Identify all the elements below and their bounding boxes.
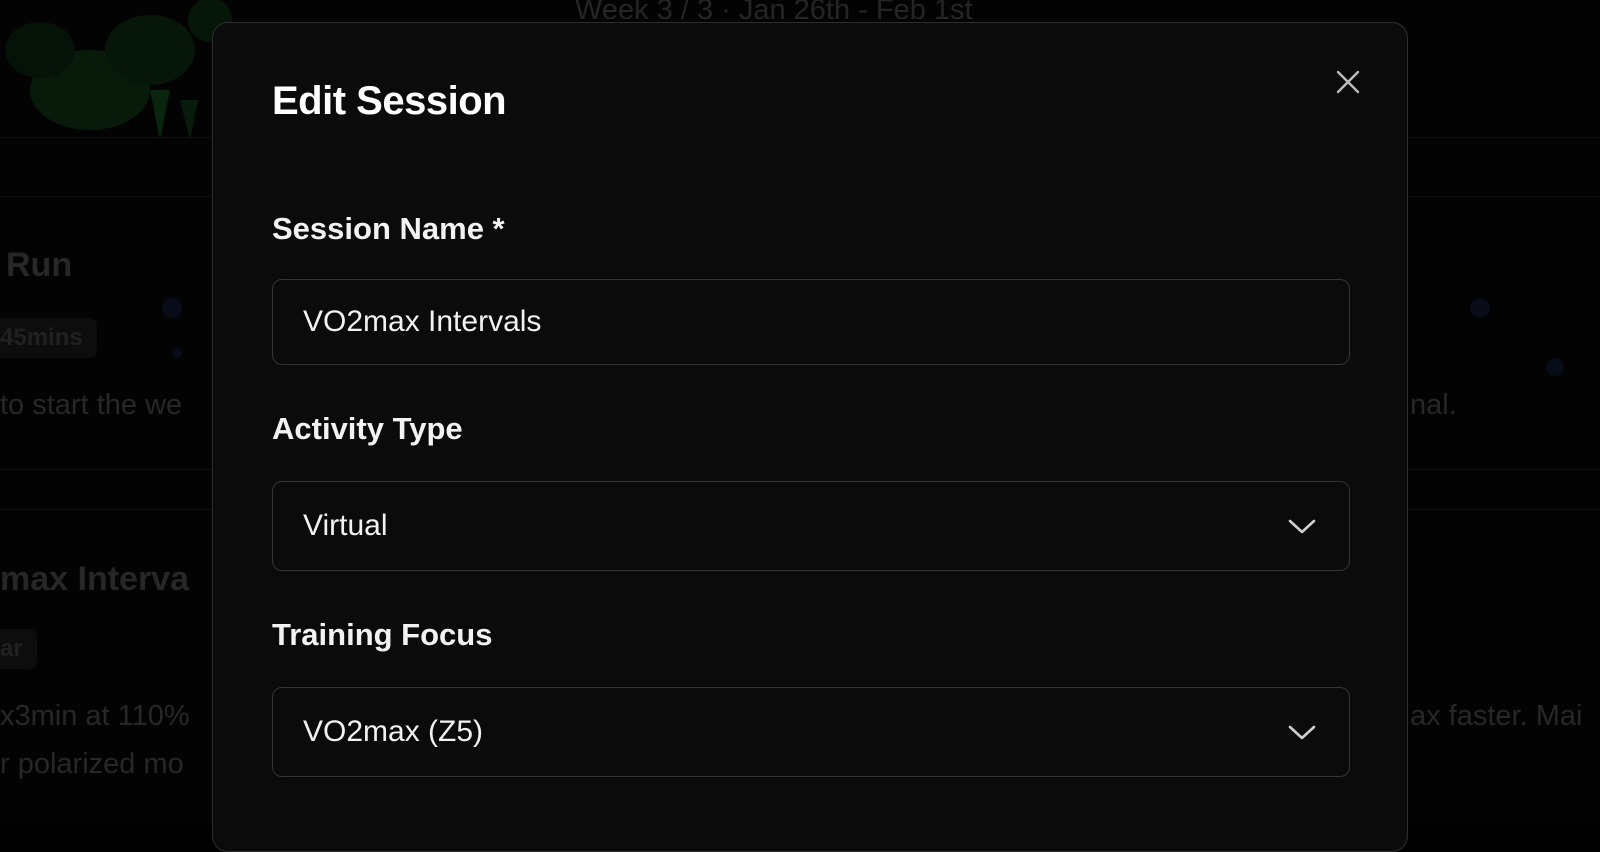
training-focus-label: Training Focus [272, 617, 493, 652]
activity-type-value: Virtual [303, 509, 388, 542]
session-name-label: Session Name * [272, 211, 505, 246]
edit-session-modal: Edit Session Session Name * Activity Typ… [212, 22, 1408, 852]
chevron-down-icon [1285, 715, 1319, 749]
activity-type-select[interactable]: Virtual [272, 481, 1350, 571]
training-focus-value: VO2max (Z5) [303, 715, 484, 748]
close-button[interactable] [1331, 65, 1365, 99]
chevron-down-icon [1285, 509, 1319, 543]
close-icon [1336, 70, 1360, 94]
session-name-input[interactable] [303, 305, 1319, 339]
activity-type-label: Activity Type [272, 411, 463, 446]
session-name-field[interactable] [272, 279, 1350, 365]
modal-title: Edit Session [272, 79, 507, 123]
training-focus-select[interactable]: VO2max (Z5) [272, 687, 1350, 777]
